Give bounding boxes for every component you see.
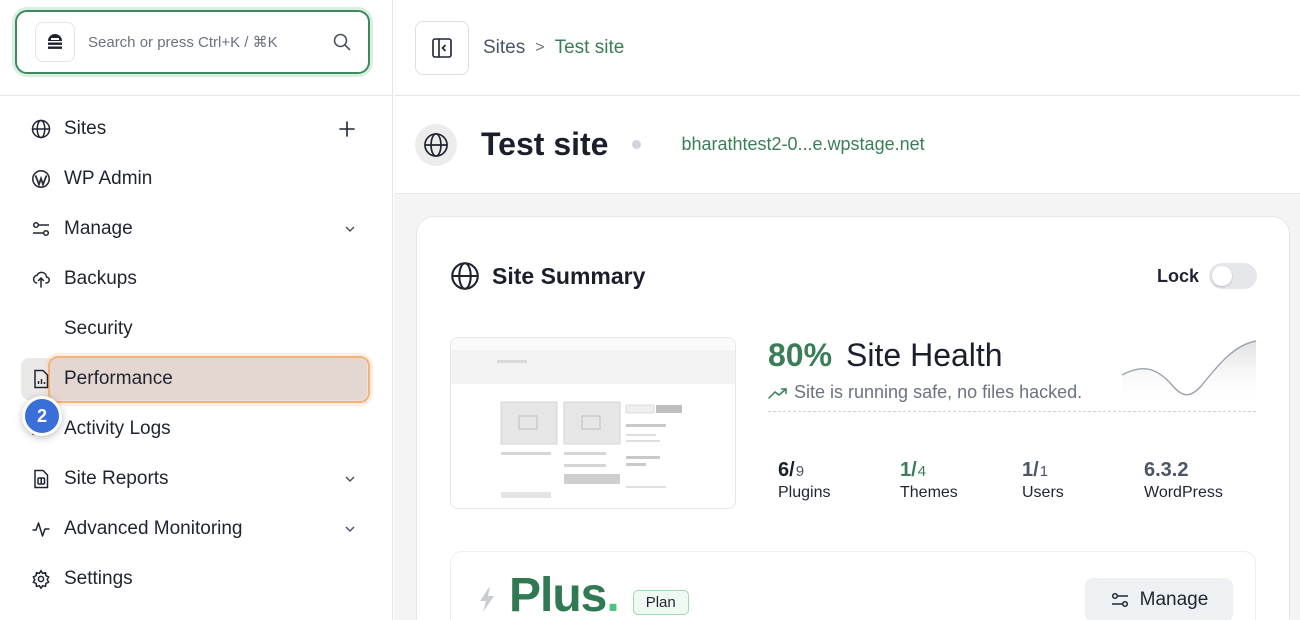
sidebar-item-label: Manage (64, 218, 133, 239)
chevron-down-icon[interactable] (344, 473, 356, 485)
plus-icon[interactable] (338, 120, 356, 138)
plan-badge: Plan (632, 590, 689, 615)
plan-panel: Plus. Plan Manage (450, 551, 1256, 620)
sliders-icon (30, 218, 52, 240)
cloud-upload-icon (30, 268, 52, 290)
sidebar-item-label: Advanced Monitoring (64, 518, 243, 539)
sidebar-item-label: Activity Logs (64, 418, 171, 439)
lock-toggle-group: Lock (1157, 263, 1257, 289)
breadcrumb-sites-link[interactable]: Sites (483, 37, 525, 59)
chevron-down-icon[interactable] (344, 223, 356, 235)
lock-toggle[interactable] (1209, 263, 1257, 289)
stat-label: Users (1022, 484, 1064, 501)
stat-label: Themes (900, 484, 958, 501)
card-title: Site Summary (492, 262, 646, 289)
sidebar-item-wp-admin[interactable]: WP Admin (0, 154, 392, 204)
sidebar-item-sites[interactable]: Sites (0, 104, 392, 154)
sidebar-item-label: Site Reports (64, 468, 169, 489)
site-header: Test site bharathtest2-0...e.wpstage.net (394, 96, 1300, 194)
site-stats: 6/9 Plugins 1/4 Themes 1/1 Users 6.3.2 W… (778, 459, 1266, 502)
sliders-icon (1110, 590, 1130, 610)
chevron-down-icon[interactable] (344, 523, 356, 535)
report-icon (30, 368, 52, 390)
stat-value: 6.3.2 (1144, 459, 1189, 481)
search-placeholder: Search or press Ctrl+K / ⌘K (88, 34, 278, 51)
search-area: Search or press Ctrl+K / ⌘K (0, 0, 392, 96)
sidebar-item-manage[interactable]: Manage (0, 204, 392, 254)
sidebar-item-performance[interactable]: Performance (0, 354, 392, 404)
breadcrumb-separator: > (535, 38, 545, 56)
sidebar-item-backups[interactable]: Backups (0, 254, 392, 304)
breadcrumb-current: Test site (554, 36, 625, 58)
manage-button-label: Manage (1139, 589, 1209, 610)
sidebar-nav: 2 Sites WP Admin Manage Backups Security… (0, 96, 392, 604)
collapse-chevron-icon (441, 43, 447, 52)
title-dot-separator (632, 140, 642, 149)
lock-label: Lock (1156, 265, 1199, 286)
pulse-icon (30, 518, 52, 540)
trend-up-icon (768, 386, 788, 400)
breadcrumb: Sites > Test site (483, 37, 624, 59)
stat-themes[interactable]: 1/4 Themes (900, 459, 1022, 502)
stat-value: 6/9 (778, 459, 805, 481)
shield-icon (30, 318, 52, 340)
globe-icon (450, 261, 480, 291)
health-title: Site Health (846, 337, 1003, 373)
health-percentage: 80% (768, 337, 833, 373)
stat-label: WordPress (1144, 484, 1223, 501)
sidebar-toggle-button[interactable] (415, 20, 469, 75)
plan-name: Plus. (509, 569, 620, 620)
lightning-icon (477, 585, 497, 613)
site-health-panel: 80% Site Health Site is running safe, no… (768, 337, 1256, 412)
top-bar: Sites > Test site (394, 0, 1300, 96)
site-preview-thumbnail[interactable] (450, 337, 736, 509)
sidebar-item-label: Backups (64, 268, 137, 289)
sidebar-item-label: Sites (64, 118, 107, 139)
stat-wordpress[interactable]: 6.3.2 WordPress (1144, 459, 1266, 502)
page-title: Test site (481, 126, 609, 162)
gear-icon (30, 568, 52, 590)
globe-icon (30, 118, 52, 140)
stat-plugins[interactable]: 6/9 Plugins (778, 459, 900, 502)
sidebar-item-settings[interactable]: Settings (0, 554, 392, 604)
card-header: Site Summary (450, 261, 645, 291)
toggle-knob (1212, 266, 1232, 286)
stat-label: Plugins (778, 484, 831, 501)
search-icon[interactable] (332, 32, 352, 52)
site-url-link[interactable]: bharathtest2-0...e.wpstage.net (681, 134, 924, 155)
stat-users[interactable]: 1/1 Users (1022, 459, 1144, 502)
sidebar-item-advanced-monitoring[interactable]: Advanced Monitoring (0, 504, 392, 554)
sidebar-item-label: Performance (64, 368, 173, 389)
sidebar-item-site-reports[interactable]: Site Reports (0, 454, 392, 504)
app-logo-icon[interactable] (35, 22, 75, 62)
stat-value: 1/4 (900, 459, 927, 481)
step-badge: 2 (22, 396, 62, 436)
health-sparkline (1122, 340, 1256, 407)
site-summary-card: Site Summary Lock 80% Site Health Site i… (416, 216, 1290, 620)
health-status-text: Site is running safe, no files hacked. (794, 382, 1083, 402)
sidebar-item-label: Security (64, 318, 133, 339)
wordpress-icon (30, 168, 52, 190)
sidebar-item-label: WP Admin (64, 168, 153, 189)
plan-name-group: Plus. Plan (477, 568, 689, 620)
stat-value: 1/1 (1022, 459, 1049, 481)
sidebar-item-security[interactable]: Security (0, 304, 392, 354)
document-icon (30, 468, 52, 490)
search-input[interactable]: Search or press Ctrl+K / ⌘K (15, 10, 370, 74)
site-globe-icon (415, 123, 457, 166)
main-content: Sites > Test site Test site bharathtest2… (394, 0, 1300, 620)
sidebar: Search or press Ctrl+K / ⌘K 2 Sites WP A… (0, 0, 393, 620)
sidebar-item-label: Settings (64, 568, 133, 589)
manage-plan-button[interactable]: Manage (1085, 578, 1233, 620)
